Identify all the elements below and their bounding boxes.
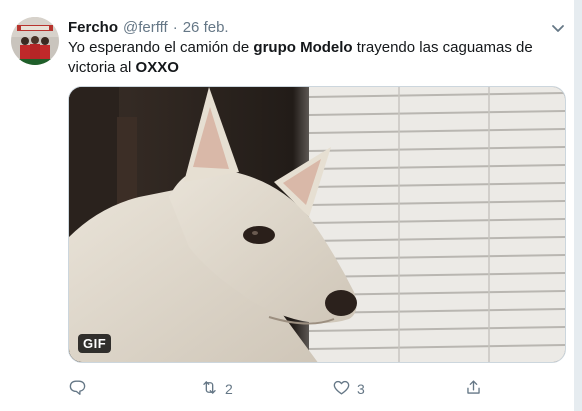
tweet-text-part: Yo esperando el camión de — [68, 39, 254, 56]
mention-grupo-modelo: grupo Modelo — [253, 39, 353, 56]
separator-dot: · — [172, 18, 178, 36]
reply-button[interactable] — [68, 378, 93, 400]
gif-badge: GIF — [78, 334, 112, 353]
retweet-icon — [200, 378, 219, 400]
chevron-down-icon[interactable] — [548, 18, 568, 38]
author-name[interactable]: Fercho — [68, 19, 118, 36]
tweet-date[interactable]: 26 feb. — [183, 19, 229, 36]
author-handle[interactable]: @ferfff — [123, 19, 168, 36]
gif-image — [69, 87, 565, 362]
retweet-button[interactable]: 2 — [200, 378, 233, 400]
tweet-text: Yo esperando el camión de grupo Modelo t… — [68, 38, 548, 78]
reply-icon — [68, 378, 87, 400]
share-icon — [464, 378, 483, 400]
avatar[interactable] — [11, 17, 59, 65]
heart-icon — [332, 378, 351, 400]
like-count: 3 — [357, 381, 365, 397]
tweet-card[interactable]: Fercho @ferfff · 26 feb. Yo esperando el… — [0, 0, 582, 411]
retweet-count: 2 — [225, 381, 233, 397]
tweet-header: Fercho @ferfff · 26 feb. — [68, 16, 229, 38]
mention-oxxo: OXXO — [135, 59, 179, 76]
tweet-actions: 2 3 — [68, 378, 488, 400]
like-button[interactable]: 3 — [332, 378, 365, 400]
gif-media[interactable]: GIF — [68, 86, 566, 363]
scrollbar-track — [574, 0, 582, 411]
share-button[interactable] — [464, 378, 489, 400]
